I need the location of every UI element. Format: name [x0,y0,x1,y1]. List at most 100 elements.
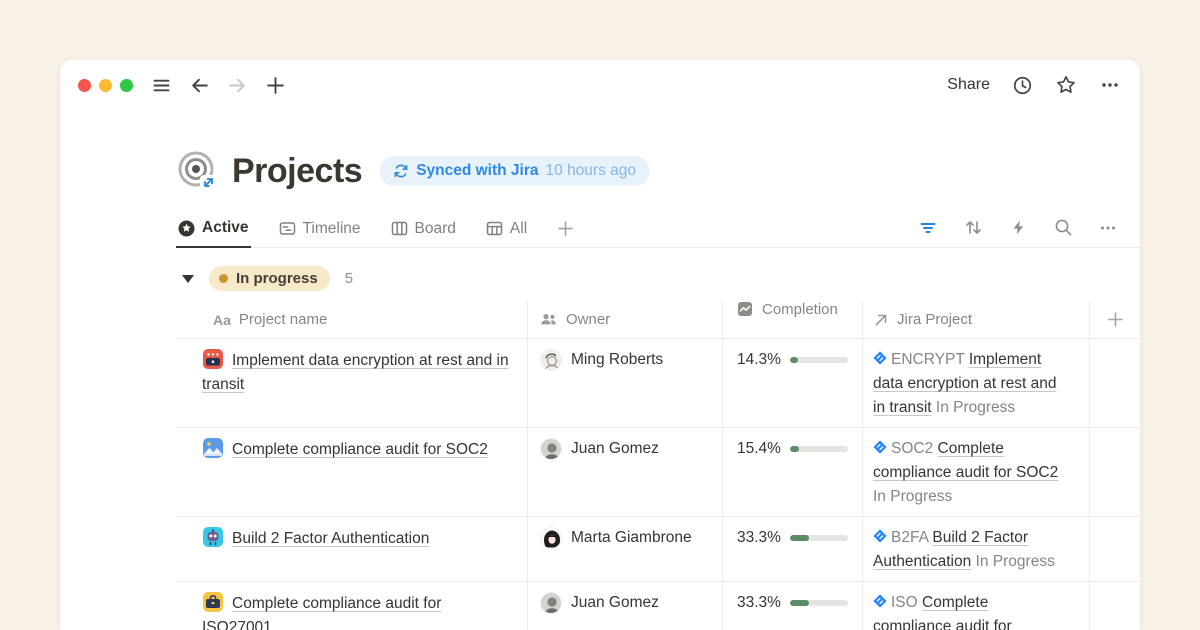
tab-label: All [510,220,527,238]
forward-icon[interactable] [225,73,249,97]
zap-icon[interactable] [1006,216,1030,240]
tab-label: Active [202,219,249,237]
synced-with-jira-badge[interactable]: Synced with Jira 10 hours ago [380,156,649,186]
minimize-window-button[interactable] [99,79,112,92]
tab-board[interactable]: Board [389,213,458,247]
tab-label: Timeline [303,220,361,238]
board-view-icon [391,220,408,237]
project-name-cell[interactable]: Implement data encryption at rest and in… [176,339,528,427]
sort-icon[interactable] [961,216,985,240]
row-extra-cell [1090,582,1140,630]
status-dot [219,274,228,283]
table-view-icon [486,220,503,237]
arrow-up-right-icon [873,312,889,328]
jira-project-cell[interactable]: ENCRYPT Implement data encryption at res… [863,339,1090,427]
people-icon [540,311,557,328]
completion-cell[interactable]: 14.3% [723,339,863,427]
completion-cell[interactable]: 15.4% [723,428,863,516]
timeline-view-icon [279,220,296,237]
back-icon[interactable] [187,73,211,97]
project-name-cell[interactable]: Complete compliance audit for ISO27001 [176,582,528,630]
history-clock-icon[interactable] [1010,73,1034,97]
column-header-owner[interactable]: Owner [528,301,723,338]
table-row[interactable]: Complete compliance audit for SOC2 Juan … [176,428,1140,517]
owner-cell[interactable]: Ming Roberts [528,339,723,427]
column-header-completion[interactable]: Completion [723,301,863,338]
progress-bar [790,357,848,363]
owner-cell[interactable]: Juan Gomez [528,582,723,630]
project-name-cell[interactable]: Complete compliance audit for SOC2 [176,428,528,516]
jira-project-cell[interactable]: ISO Complete compliance audit for ISO270… [863,582,1090,630]
new-tab-icon[interactable] [263,73,287,97]
jira-icon [873,349,887,363]
avatar [540,527,562,549]
menu-icon[interactable] [149,73,173,97]
view-more-icon[interactable] [1096,216,1120,240]
page-title: Projects [232,152,362,191]
filter-icon[interactable] [916,216,940,240]
tab-label: Board [415,220,456,238]
project-name-cell[interactable]: Build 2 Factor Authentication [176,517,528,581]
group-status-pill[interactable]: In progress [209,266,330,291]
add-column-cell[interactable] [1090,301,1140,338]
jira-key: SOC2 [891,440,933,457]
jira-key: B2FA [891,529,928,546]
jira-status: In Progress [873,488,952,505]
projects-table: Aa Project name Owner Completion Jira Pr… [176,301,1140,630]
row-extra-cell [1090,339,1140,427]
project-name-link[interactable]: Build 2 Factor Authentication [232,530,429,547]
project-name-link[interactable]: Implement data encryption at rest and in… [202,352,509,393]
owner-cell[interactable]: Marta Giambrone [528,517,723,581]
group-header: In progress 5 [176,265,1140,292]
window-toolbar: Share [60,60,1140,110]
chart-icon [737,301,753,317]
completion-cell[interactable]: 33.3% [723,582,863,630]
search-icon[interactable] [1051,216,1075,240]
table-row[interactable]: Implement data encryption at rest and in… [176,339,1140,428]
project-name-link[interactable]: Complete compliance audit for SOC2 [232,441,488,458]
plus-icon [557,220,574,237]
table-header: Aa Project name Owner Completion Jira Pr… [176,301,1140,339]
progress-bar [790,446,848,452]
row-extra-cell [1090,517,1140,581]
column-label: Project name [239,311,327,328]
sync-icon [393,163,409,179]
project-target-icon[interactable] [176,150,218,192]
completion-percent: 33.3% [737,526,781,550]
completion-cell[interactable]: 33.3% [723,517,863,581]
column-header-project-name[interactable]: Aa Project name [176,301,528,338]
completion-percent: 33.3% [737,591,781,615]
owner-name: Juan Gomez [571,591,659,615]
yellow-toolbox-icon [202,591,224,613]
sync-time: 10 hours ago [546,162,637,180]
add-view-button[interactable] [555,213,576,246]
column-label: Completion [762,301,838,318]
close-window-button[interactable] [78,79,91,92]
completion-percent: 14.3% [737,348,781,372]
progress-bar [790,600,848,606]
table-row[interactable]: Complete compliance audit for ISO27001 J… [176,582,1140,630]
favorite-star-icon[interactable] [1054,73,1078,97]
more-icon[interactable] [1098,73,1122,97]
owner-cell[interactable]: Juan Gomez [528,428,723,516]
share-button[interactable]: Share [947,76,990,94]
jira-project-cell[interactable]: SOC2 Complete compliance audit for SOC2 … [863,428,1090,516]
tab-timeline[interactable]: Timeline [277,213,363,247]
text-type-icon: Aa [213,312,231,328]
table-row[interactable]: Build 2 Factor Authentication Marta Giam… [176,517,1140,582]
jira-key: ENCRYPT [891,351,965,368]
column-header-jira-project[interactable]: Jira Project [863,301,1090,338]
tab-all[interactable]: All [484,213,529,247]
jira-status: In Progress [936,399,1015,416]
zoom-window-button[interactable] [120,79,133,92]
project-name-link[interactable]: Complete compliance audit for ISO27001 [202,595,441,630]
owner-name: Ming Roberts [571,348,663,372]
tab-active[interactable]: Active [176,212,251,248]
collapse-triangle-icon[interactable] [182,275,194,283]
robot-icon [202,526,224,548]
jira-project-cell[interactable]: B2FA Build 2 Factor Authentication In Pr… [863,517,1090,581]
framed-picture-icon [202,437,224,459]
red-toolbox-icon [202,348,224,370]
view-tabs-bar: Active Timeline Board All [176,212,1140,248]
group-label: In progress [236,270,318,287]
